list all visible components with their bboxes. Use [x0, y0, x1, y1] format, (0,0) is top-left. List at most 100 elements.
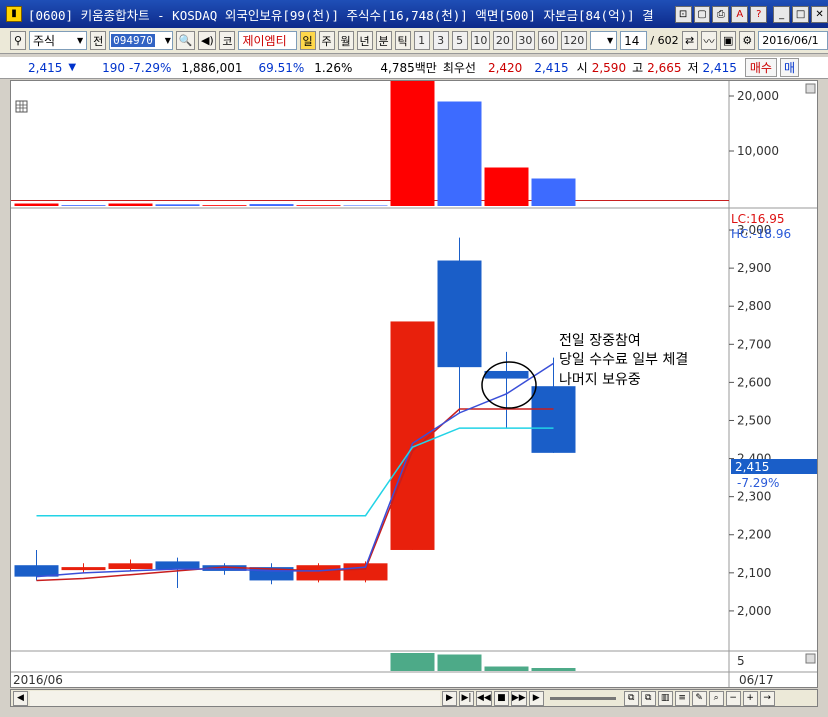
foreign-net-bar [14, 203, 59, 206]
interval-120-button[interactable]: 120 [560, 31, 587, 50]
scroll-left-icon[interactable]: ◀ [13, 690, 28, 706]
play-icon[interactable]: ▶| [459, 690, 474, 706]
y-tick-label: 2,200 [737, 528, 771, 542]
chart-app-icon: ▮ [6, 6, 22, 22]
sell-button[interactable]: 매 [779, 58, 800, 77]
y-tick-label: 2,800 [737, 299, 771, 313]
interval-60-button[interactable]: 60 [538, 31, 558, 50]
fast-forward-icon[interactable]: ▶▶ [510, 690, 527, 706]
ma-line-ma-blue [36, 362, 554, 578]
annotation-line-1: 전일 장중참여 [559, 333, 641, 349]
period-year-button[interactable]: 년 [356, 31, 373, 50]
foreign-net-bar [531, 178, 576, 206]
sound-icon[interactable]: ◀) [198, 31, 217, 50]
expand-icon[interactable]: → [759, 690, 775, 706]
period-minute-button[interactable]: 분 [375, 31, 392, 50]
interval-10-button[interactable]: 10 [470, 31, 491, 50]
down-triangle-icon: ▼ [68, 62, 77, 73]
interval-1-button[interactable]: 1 [413, 31, 430, 50]
chart-scrollbar[interactable]: ◀ ▶ ▶| ◀◀ ■ ▶▶ ▶ ⧉ ⧉ ▥ ≡ ✎ ⌕ − + → [10, 689, 818, 707]
close-icon[interactable]: ✕ [811, 5, 828, 23]
search-icon[interactable]: 🔍 [175, 31, 196, 50]
title-bar: ▮ [0600] 키움종합차트 - KOSDAQ 외국인보유[99(천)] 주식… [0, 0, 828, 28]
y-tick-label: 20,000 [737, 89, 779, 103]
panel-close-icon[interactable] [805, 83, 816, 94]
interval-30-button[interactable]: 30 [515, 31, 536, 50]
bar-chart-icon[interactable]: ▥ [657, 690, 673, 706]
scroll-track[interactable] [30, 690, 440, 706]
open-label: 시 [576, 61, 588, 75]
y-tick-label: 2,300 [737, 490, 771, 504]
gear-icon[interactable]: ⚙ [739, 31, 756, 50]
grid-icon[interactable] [15, 100, 28, 113]
period-tick-button[interactable]: 틱 [394, 31, 411, 50]
interval-5-button[interactable]: 5 [451, 31, 468, 50]
draw-icon[interactable]: ✎ [691, 690, 707, 706]
chart-area[interactable]: 20,000 10,000 2,000 2,100 2,200 2,300 2,400 2,… [10, 74, 818, 688]
market-prefix: 코 [219, 31, 236, 50]
count-input[interactable]: 14 [620, 31, 648, 50]
copy-icon[interactable]: ⧉ [640, 690, 656, 706]
volume-bar [531, 668, 576, 671]
zoom-slider[interactable] [549, 696, 616, 700]
volume-value: 1,886,001 [181, 60, 243, 75]
foreign-net-panel: 20,000 10,000 [11, 74, 779, 206]
indicator-icon[interactable]: ≡ [674, 690, 690, 706]
stop-icon[interactable]: ■ [493, 690, 509, 706]
zoom-icon[interactable]: ⌕ [708, 690, 724, 706]
zoom-in-icon[interactable]: + [742, 690, 758, 706]
candle-body [155, 561, 200, 570]
prev-button[interactable]: 전 [90, 31, 107, 50]
chevron-down-icon: ▼ [164, 36, 171, 45]
tile-icon[interactable]: ⧉ [623, 690, 639, 706]
period-month-button[interactable]: 월 [337, 31, 354, 50]
volume-tick-label: 5 [737, 654, 745, 668]
interval-dropdown[interactable]: ▼ [589, 31, 618, 50]
zoom-out-icon[interactable]: − [725, 690, 741, 706]
panel-close-icon[interactable] [805, 653, 816, 664]
y-tick-label: 10,000 [737, 144, 779, 158]
period-day-button[interactable]: 일 [299, 31, 316, 50]
foreign-net-bar [155, 204, 200, 206]
candle-body [61, 567, 106, 571]
interval-3-button[interactable]: 3 [432, 31, 449, 50]
chart-toolbar: ⚲ 주식 ▼ 전 094970 ▼ 🔍 ◀) 코 제이엠티 일 주 월 년 분 … [0, 28, 828, 54]
candle-body [531, 386, 576, 453]
graph-icon[interactable]: 〰 [700, 31, 718, 50]
low-label: 저 [687, 61, 699, 75]
stock-code-value: 094970 [111, 34, 155, 47]
image-icon[interactable]: ▣ [720, 31, 737, 50]
y-tick-label: 2,700 [737, 337, 771, 351]
layout-icon[interactable]: ▢ [693, 5, 711, 23]
maximize-icon[interactable]: □ [792, 5, 810, 23]
help-icon[interactable]: ? [750, 5, 768, 23]
annotation-line-3: 나머지 보유중 [559, 372, 641, 388]
settings-pin-icon[interactable]: ⚲ [10, 31, 26, 50]
link-icon[interactable]: ⊡ [674, 5, 692, 23]
scroll-right-icon[interactable]: ▶ [442, 690, 457, 706]
price-panel: 2,0002,1002,2002,3002,4002,5002,6002,700… [14, 223, 771, 618]
price-change: 190 [102, 60, 125, 75]
stock-code-input[interactable]: 094970 ▼ [109, 31, 173, 50]
text-tool-icon[interactable]: A [731, 5, 749, 23]
interval-20-button[interactable]: 20 [493, 31, 513, 50]
ma-line-ma-red [36, 408, 554, 582]
quote-info-bar: 2,415 ▼ 190 -7.29% 1,886,001 69.51% 1.26… [0, 57, 828, 79]
minimize-icon[interactable]: _ [773, 5, 791, 23]
buy-button[interactable]: 매수 [744, 58, 777, 77]
date-input[interactable]: 2016/06/1 [758, 31, 828, 50]
next-icon[interactable]: ▶ [528, 690, 544, 706]
period-week-button[interactable]: 주 [318, 31, 335, 50]
arrows-icon[interactable]: ⇄ [681, 31, 698, 50]
annotation-line-2: 당일 수수료 일부 체결 [559, 352, 688, 368]
chevron-down-icon: ▼ [606, 36, 614, 45]
print-icon[interactable]: ⎙ [712, 5, 730, 23]
stock-name-field: 제이엠티 [238, 31, 297, 50]
market-type-select[interactable]: 주식 ▼ [29, 31, 88, 50]
candle-body [390, 321, 435, 550]
price-chart-svg[interactable]: 20,00010,000 2,0002,1002,2002,3002,4002,… [11, 74, 817, 687]
foreign-net-bar [249, 204, 294, 206]
rewind-icon[interactable]: ◀◀ [476, 690, 492, 706]
foreign-net-bar [61, 205, 106, 206]
market-type-value: 주식 [33, 34, 56, 48]
